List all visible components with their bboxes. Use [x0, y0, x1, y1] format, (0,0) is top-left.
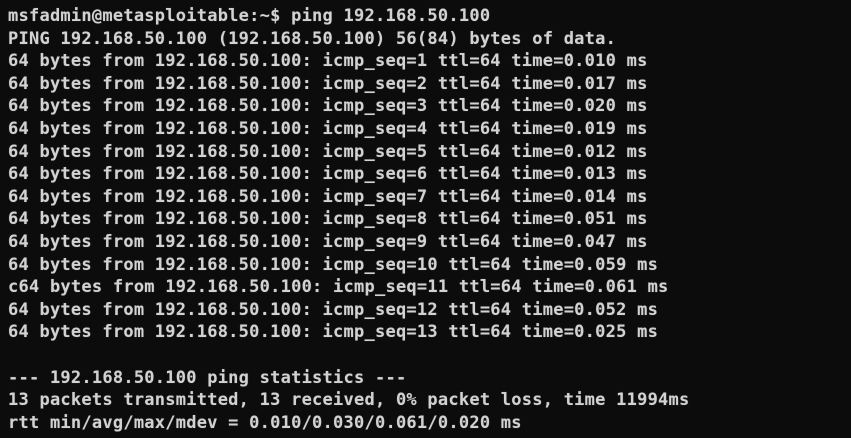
ping-reply-line: c64 bytes from 192.168.50.100: icmp_seq=…: [8, 277, 669, 298]
command-prompt-line: msfadmin@metasploitable:~$ ping 192.168.…: [8, 6, 491, 26]
terminal-window[interactable]: msfadmin@metasploitable:~$ ping 192.168.…: [0, 0, 851, 438]
ping-reply-line: 64 bytes from 192.168.50.100: icmp_seq=2…: [8, 73, 648, 94]
ping-header-line: PING 192.168.50.100 (192.168.50.100) 56(…: [8, 28, 617, 49]
ping-reply-line: 64 bytes from 192.168.50.100: icmp_seq=6…: [8, 164, 648, 185]
ping-reply-line: 64 bytes from 192.168.50.100: icmp_seq=3…: [8, 96, 648, 117]
ping-statistics-header: --- 192.168.50.100 ping statistics ---: [8, 367, 407, 388]
ping-reply-line: 64 bytes from 192.168.50.100: icmp_seq=4…: [8, 118, 648, 139]
ping-reply-line: 64 bytes from 192.168.50.100: icmp_seq=1…: [8, 299, 659, 320]
ping-reply-line: 64 bytes from 192.168.50.100: icmp_seq=1…: [8, 254, 659, 275]
ping-reply-line: 64 bytes from 192.168.50.100: icmp_seq=5…: [8, 141, 648, 162]
ping-reply-line: 64 bytes from 192.168.50.100: icmp_seq=9…: [8, 231, 648, 252]
ping-reply-line: 64 bytes from 192.168.50.100: icmp_seq=7…: [8, 186, 648, 207]
ping-reply-line: 64 bytes from 192.168.50.100: icmp_seq=1…: [8, 51, 648, 72]
ping-reply-line: 64 bytes from 192.168.50.100: icmp_seq=8…: [8, 209, 648, 230]
ping-packet-summary: 13 packets transmitted, 13 received, 0% …: [8, 390, 690, 411]
ping-reply-line: 64 bytes from 192.168.50.100: icmp_seq=1…: [8, 322, 659, 343]
ping-rtt-summary: rtt min/avg/max/mdev = 0.010/0.030/0.061…: [8, 412, 522, 433]
